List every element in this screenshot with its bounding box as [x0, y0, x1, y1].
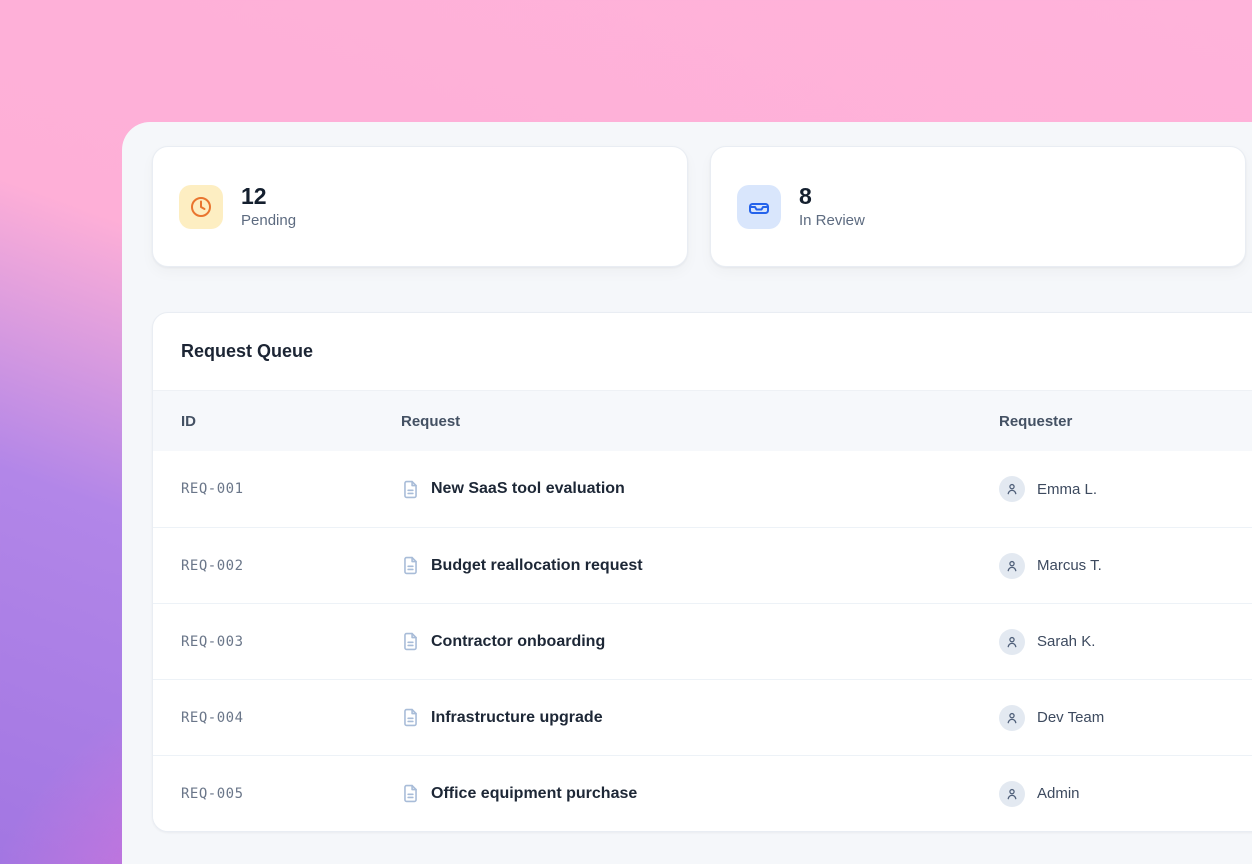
document-icon	[401, 480, 420, 499]
page-title: Request Queue	[181, 341, 313, 362]
card-header: Request Queue	[153, 313, 1252, 391]
request-title: Infrastructure upgrade	[431, 709, 603, 727]
pending-count: 12	[241, 184, 296, 209]
request-title: Office equipment purchase	[431, 785, 637, 803]
request-id: REQ-004	[181, 710, 401, 726]
request-title: Contractor onboarding	[431, 633, 605, 651]
table-body: REQ-001 New SaaS tool evaluation Emma L.	[153, 451, 1252, 831]
table-header-row: ID Request Requester	[153, 391, 1252, 451]
stats-row: 12 Pending 8 In Review	[152, 146, 1252, 267]
table-row[interactable]: REQ-002 Budget reallocation request Marc…	[153, 527, 1252, 603]
requester-name: Admin	[1037, 785, 1080, 802]
column-header-requester: Requester	[999, 413, 1252, 430]
requester-name: Emma L.	[1037, 481, 1097, 498]
avatar	[999, 781, 1025, 807]
request-title: New SaaS tool evaluation	[431, 480, 625, 498]
table-row[interactable]: REQ-001 New SaaS tool evaluation Emma L.	[153, 451, 1252, 527]
avatar	[999, 553, 1025, 579]
request-title: Budget reallocation request	[431, 557, 643, 575]
stat-card-in-review: 8 In Review	[710, 146, 1246, 267]
request-id: REQ-002	[181, 558, 401, 574]
request-id: REQ-001	[181, 481, 401, 497]
requester-name: Dev Team	[1037, 709, 1104, 726]
main-panel: 12 Pending 8 In Review Request Queue ID	[122, 122, 1252, 864]
request-id: REQ-005	[181, 786, 401, 802]
column-header-id: ID	[181, 413, 401, 430]
requester-name: Sarah K.	[1037, 633, 1095, 650]
table-row[interactable]: REQ-003 Contractor onboarding Sarah K.	[153, 603, 1252, 679]
avatar	[999, 705, 1025, 731]
document-icon	[401, 556, 420, 575]
document-icon	[401, 632, 420, 651]
avatar	[999, 629, 1025, 655]
table-row[interactable]: REQ-004 Infrastructure upgrade Dev Team	[153, 679, 1252, 755]
stat-card-pending: 12 Pending	[152, 146, 688, 267]
pending-label: Pending	[241, 212, 296, 229]
request-queue-card: Request Queue ID Request Requester REQ-0…	[152, 312, 1252, 832]
table-row[interactable]: REQ-005 Office equipment purchase Admin	[153, 755, 1252, 831]
requester-name: Marcus T.	[1037, 557, 1102, 574]
in-review-label: In Review	[799, 212, 865, 229]
avatar	[999, 476, 1025, 502]
request-id: REQ-003	[181, 634, 401, 650]
document-icon	[401, 784, 420, 803]
document-icon	[401, 708, 420, 727]
clock-icon	[179, 185, 223, 229]
in-review-count: 8	[799, 184, 865, 209]
column-header-request: Request	[401, 413, 999, 430]
inbox-icon	[737, 185, 781, 229]
